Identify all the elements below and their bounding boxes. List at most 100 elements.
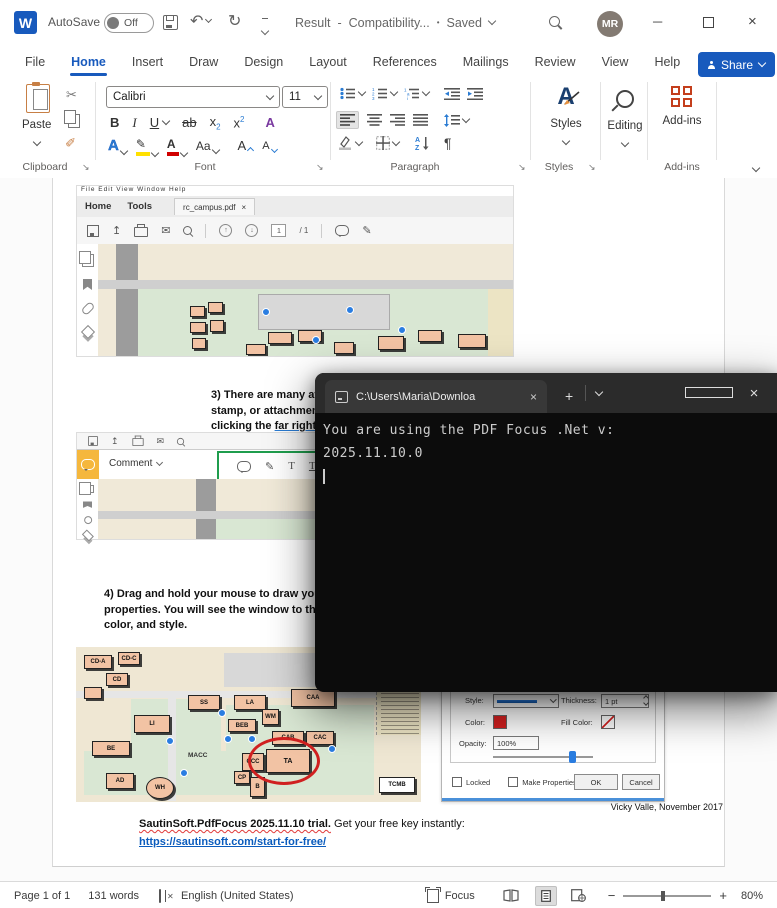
terminal-close-button[interactable]: × [731, 385, 777, 402]
color-swatch[interactable] [493, 715, 507, 729]
bullets-button[interactable] [340, 87, 367, 100]
page-thumbnails-icon[interactable] [78, 251, 94, 267]
search-icon[interactable] [176, 437, 185, 445]
justify-button[interactable] [413, 114, 428, 126]
page-number-input[interactable]: 1 [271, 224, 287, 237]
undo-button[interactable]: ↶ [190, 11, 213, 31]
styles-dialog-launcher[interactable]: ↘ [588, 162, 596, 173]
underline-button[interactable]: U [150, 115, 171, 130]
close-button[interactable]: × [748, 13, 757, 30]
tab-view[interactable]: View [589, 45, 642, 78]
new-tab-button[interactable]: + [565, 388, 573, 404]
email-icon[interactable]: ✉ [157, 436, 165, 447]
print-icon[interactable] [134, 224, 149, 237]
search-icon[interactable] [183, 226, 193, 235]
web-layout-button[interactable] [570, 889, 586, 902]
increase-indent-button[interactable] [467, 87, 483, 100]
save-icon[interactable] [87, 224, 99, 237]
tab-design[interactable]: Design [231, 45, 296, 78]
document-area[interactable]: File Edit View Window Help Home Tools rc… [0, 178, 777, 881]
tab-close-icon[interactable]: × [530, 390, 537, 404]
clipboard-dialog-launcher[interactable]: ↘ [82, 162, 90, 173]
show-hide-marks-button[interactable]: ¶ [444, 135, 452, 151]
opacity-slider-thumb[interactable] [569, 751, 576, 763]
tab-references[interactable]: References [360, 45, 450, 78]
read-mode-button[interactable] [503, 889, 519, 902]
bookmarks-icon[interactable] [83, 279, 92, 290]
cancel-button[interactable]: Cancel [622, 774, 660, 790]
terminal-title-bar[interactable]: C:\Users\Maria\Downloa × + × [315, 373, 777, 413]
tab-dropdown-button[interactable] [594, 382, 604, 400]
comment-tool-active[interactable] [77, 450, 99, 479]
text-effects-button[interactable]: A [108, 137, 129, 156]
terminal-tab[interactable]: C:\Users\Maria\Downloa × [325, 380, 547, 413]
decrease-indent-button[interactable] [444, 87, 460, 100]
sort-button[interactable]: AZ [415, 136, 430, 150]
paragraph-dialog-launcher[interactable]: ↘ [518, 162, 526, 173]
autosave-toggle[interactable]: Off [104, 13, 154, 33]
font-name-select[interactable]: Calibri [106, 86, 280, 108]
minimize-button[interactable]: ─ [653, 14, 662, 29]
terminal-output[interactable]: You are using the PDF Focus .Net v: 2025… [323, 419, 614, 484]
share-button[interactable]: Share [697, 52, 775, 77]
highlight-button[interactable]: ✎ [135, 136, 160, 157]
page-up-icon[interactable]: ↑ [219, 224, 233, 237]
layers-icon[interactable] [80, 324, 95, 340]
text-tool-icon[interactable]: T [288, 460, 295, 472]
subscript-button[interactable]: x2 [210, 114, 221, 132]
save-icon[interactable] [88, 436, 98, 446]
page-count[interactable]: Page 1 of 1 [14, 890, 70, 902]
font-size-select[interactable]: 11 [282, 86, 328, 108]
align-left-button[interactable] [336, 111, 359, 129]
zoom-out-button[interactable]: − [608, 888, 616, 903]
format-painter-button[interactable]: ✎ [63, 137, 79, 148]
zoom-level[interactable]: 80% [741, 890, 763, 902]
language-status[interactable]: English (United States) [181, 890, 294, 902]
tab-mailings[interactable]: Mailings [450, 45, 522, 78]
avatar[interactable]: MR [597, 11, 623, 37]
upload-icon[interactable]: ↥ [112, 224, 121, 237]
multilevel-list-button[interactable]: 1ai [404, 87, 431, 100]
tab-draw[interactable]: Draw [176, 45, 231, 78]
attachments-icon[interactable] [80, 301, 95, 316]
terminal-window[interactable]: C:\Users\Maria\Downloa × + × You are usi… [315, 373, 777, 692]
addins-button[interactable]: Add-ins [650, 86, 714, 127]
bold-button[interactable]: B [110, 115, 119, 130]
shrink-font-button[interactable]: A [262, 140, 278, 153]
search-button[interactable] [549, 16, 560, 27]
locked-checkbox[interactable]: Locked [452, 777, 490, 787]
acrobat-tools-tab[interactable]: Tools [127, 201, 152, 212]
change-case-button[interactable]: Aa [196, 139, 220, 154]
styles-button[interactable]: A Styles [541, 85, 591, 147]
align-right-button[interactable] [390, 114, 405, 126]
tab-review[interactable]: Review [522, 45, 589, 78]
numbering-button[interactable]: 123 [372, 87, 399, 100]
tab-insert[interactable]: Insert [119, 45, 176, 78]
zoom-slider[interactable] [623, 890, 712, 901]
bookmarks-icon[interactable] [83, 501, 92, 508]
save-button[interactable] [163, 15, 178, 30]
tab-file[interactable]: File [12, 45, 58, 78]
superscript-button[interactable]: x2 [234, 115, 245, 130]
terminal-maximize-button[interactable] [685, 386, 733, 401]
font-dialog-launcher[interactable]: ↘ [316, 162, 324, 173]
opacity-input[interactable]: 100% [493, 736, 539, 750]
collapse-ribbon-button[interactable] [751, 160, 761, 174]
zoom-slider-thumb[interactable] [661, 890, 666, 901]
thickness-input[interactable]: 1 pt [601, 694, 649, 708]
acrobat-home-tab[interactable]: Home [85, 201, 111, 212]
page-thumbnails-icon[interactable] [78, 481, 94, 496]
word-count[interactable]: 131 words [88, 890, 139, 902]
style-dropdown[interactable] [493, 694, 559, 708]
italic-button[interactable]: I [132, 115, 136, 131]
zoom-in-button[interactable]: + [719, 888, 727, 903]
upload-icon[interactable]: ↥ [111, 436, 119, 447]
close-icon[interactable]: × [242, 203, 247, 212]
copy-button[interactable] [64, 110, 80, 128]
sticky-note-icon[interactable] [237, 460, 251, 473]
layers-icon[interactable] [81, 529, 94, 542]
paste-button[interactable]: Paste [22, 82, 51, 148]
word-logo-icon[interactable]: W [14, 11, 37, 34]
fill-color-swatch[interactable] [601, 715, 615, 729]
tab-help[interactable]: Help [641, 45, 693, 78]
